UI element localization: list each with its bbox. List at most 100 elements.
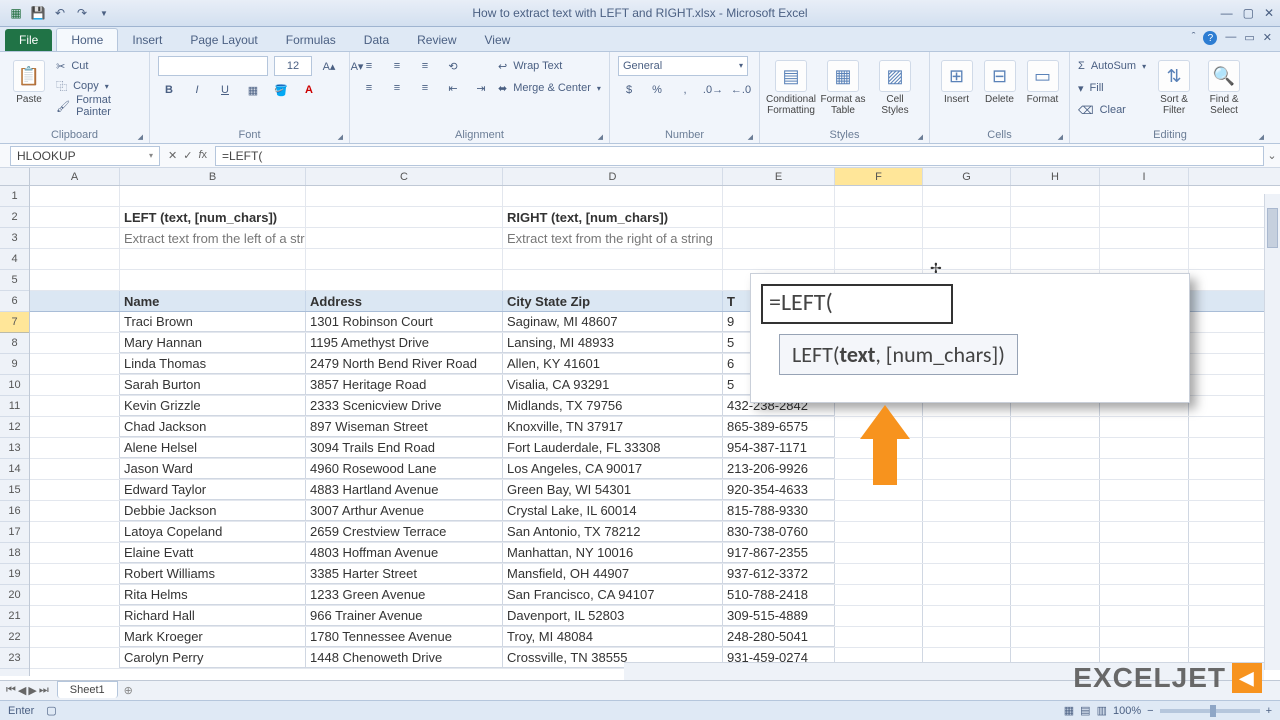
percent-icon[interactable]: % [646, 80, 668, 100]
cell[interactable]: Visalia, CA 93291 [503, 375, 723, 395]
cell[interactable]: Debbie Jackson [120, 501, 306, 521]
qat-dropdown-icon[interactable]: ▼ [96, 5, 112, 21]
cell[interactable]: Elaine Evatt [120, 543, 306, 563]
cell[interactable] [306, 228, 503, 248]
row-header[interactable]: 17 [0, 522, 29, 543]
cell[interactable]: Mansfield, OH 44907 [503, 564, 723, 584]
cell[interactable]: Traci Brown [120, 312, 306, 332]
cell[interactable]: Richard Hall [120, 606, 306, 626]
cell[interactable]: Address [306, 291, 503, 311]
cell[interactable] [30, 396, 120, 416]
cell[interactable] [923, 207, 1011, 227]
cell[interactable] [30, 375, 120, 395]
cell[interactable] [120, 249, 306, 269]
cell[interactable]: 1301 Robinson Court [306, 312, 503, 332]
cell[interactable] [723, 186, 835, 206]
decrease-indent-icon[interactable]: ⇤ [442, 78, 464, 98]
conditional-formatting-button[interactable]: ▤Conditional Formatting [768, 56, 814, 116]
cell[interactable]: 1448 Chenoweth Drive [306, 648, 503, 668]
cell[interactable]: 1780 Tennessee Avenue [306, 627, 503, 647]
cell[interactable] [306, 207, 503, 227]
cell[interactable] [835, 501, 923, 521]
cell[interactable]: Linda Thomas [120, 354, 306, 374]
view-layout-icon[interactable]: ▤ [1080, 704, 1090, 717]
format-button[interactable]: ▭Format [1024, 56, 1061, 105]
cell[interactable] [30, 585, 120, 605]
cell[interactable]: 815-788-9330 [723, 501, 835, 521]
row-header[interactable]: 6 [0, 291, 29, 312]
increase-font-icon[interactable]: A▴ [318, 56, 340, 76]
row-header[interactable]: 9 [0, 354, 29, 375]
delete-button[interactable]: ⊟Delete [981, 56, 1018, 105]
row-header[interactable]: 5 [0, 270, 29, 291]
cell[interactable] [923, 417, 1011, 437]
cell[interactable]: Fort Lauderdale, FL 33308 [503, 438, 723, 458]
cell[interactable]: Knoxville, TN 37917 [503, 417, 723, 437]
cell[interactable]: City State Zip [503, 291, 723, 311]
cell[interactable]: Carolyn Perry [120, 648, 306, 668]
underline-button[interactable]: U [214, 80, 236, 100]
cell[interactable]: Mark Kroeger [120, 627, 306, 647]
cell[interactable] [923, 228, 1011, 248]
prev-sheet-icon[interactable]: ◀ [18, 684, 26, 697]
row-header[interactable]: 20 [0, 585, 29, 606]
cell[interactable]: 966 Trainer Avenue [306, 606, 503, 626]
sheet-tab[interactable]: Sheet1 [57, 681, 118, 698]
cell[interactable]: Manhattan, NY 10016 [503, 543, 723, 563]
clear-button[interactable]: ⌫Clear [1078, 100, 1146, 120]
cell[interactable] [1011, 417, 1100, 437]
cell[interactable]: 865-389-6575 [723, 417, 835, 437]
cell[interactable] [835, 585, 923, 605]
cell[interactable] [835, 249, 923, 269]
wrap-text-button[interactable]: ↩Wrap Text [498, 56, 601, 76]
cut-button[interactable]: ✂Cut [56, 56, 141, 76]
increase-decimal-icon[interactable]: .0→ [702, 80, 724, 100]
tab-review[interactable]: Review [403, 29, 470, 51]
format-as-table-button[interactable]: ▦Format as Table [820, 56, 866, 116]
cell-styles-button[interactable]: ▨Cell Styles [872, 56, 918, 116]
enter-formula-icon[interactable]: ✓ [183, 149, 192, 162]
macro-record-icon[interactable]: ▢ [46, 704, 56, 717]
cell[interactable]: Troy, MI 48084 [503, 627, 723, 647]
cell[interactable] [1100, 564, 1189, 584]
name-box[interactable]: HLOOKUP▾ [10, 146, 160, 166]
minimize-icon[interactable]: ― [1221, 6, 1233, 20]
cell[interactable] [30, 627, 120, 647]
cell[interactable] [835, 522, 923, 542]
cell[interactable]: 1233 Green Avenue [306, 585, 503, 605]
row-header[interactable]: 23 [0, 648, 29, 669]
cell[interactable] [30, 186, 120, 206]
cell[interactable]: Sarah Burton [120, 375, 306, 395]
cell[interactable] [30, 312, 120, 332]
cell[interactable]: Green Bay, WI 54301 [503, 480, 723, 500]
cell[interactable] [1011, 522, 1100, 542]
font-color-button[interactable]: A [298, 80, 320, 100]
col-header-F[interactable]: F [835, 168, 923, 185]
undo-icon[interactable]: ↶ [52, 5, 68, 21]
cell[interactable] [30, 522, 120, 542]
cell[interactable] [1011, 606, 1100, 626]
cell[interactable] [1011, 564, 1100, 584]
cell[interactable]: Edward Taylor [120, 480, 306, 500]
cell[interactable]: Jason Ward [120, 459, 306, 479]
cell[interactable] [923, 501, 1011, 521]
cell[interactable] [835, 207, 923, 227]
cell[interactable]: 4803 Hoffman Avenue [306, 543, 503, 563]
cell[interactable] [923, 186, 1011, 206]
window-restore-icon[interactable]: ▭ [1244, 31, 1254, 45]
tab-data[interactable]: Data [350, 29, 403, 51]
bold-button[interactable]: B [158, 80, 180, 100]
cell[interactable]: 248-280-5041 [723, 627, 835, 647]
insert-button[interactable]: ⊞Insert [938, 56, 975, 105]
cell[interactable] [306, 249, 503, 269]
col-header-D[interactable]: D [503, 168, 723, 185]
cell[interactable]: Kevin Grizzle [120, 396, 306, 416]
cell[interactable] [306, 186, 503, 206]
cell[interactable]: LEFT (text, [num_chars]) [120, 207, 306, 227]
row-header[interactable]: 19 [0, 564, 29, 585]
minimize-ribbon-icon[interactable]: ˆ [1192, 31, 1196, 45]
font-size-select[interactable]: 12 [274, 56, 312, 76]
align-center-icon[interactable]: ≡ [386, 78, 408, 98]
tab-home[interactable]: Home [56, 28, 118, 51]
currency-icon[interactable]: $ [618, 80, 640, 100]
